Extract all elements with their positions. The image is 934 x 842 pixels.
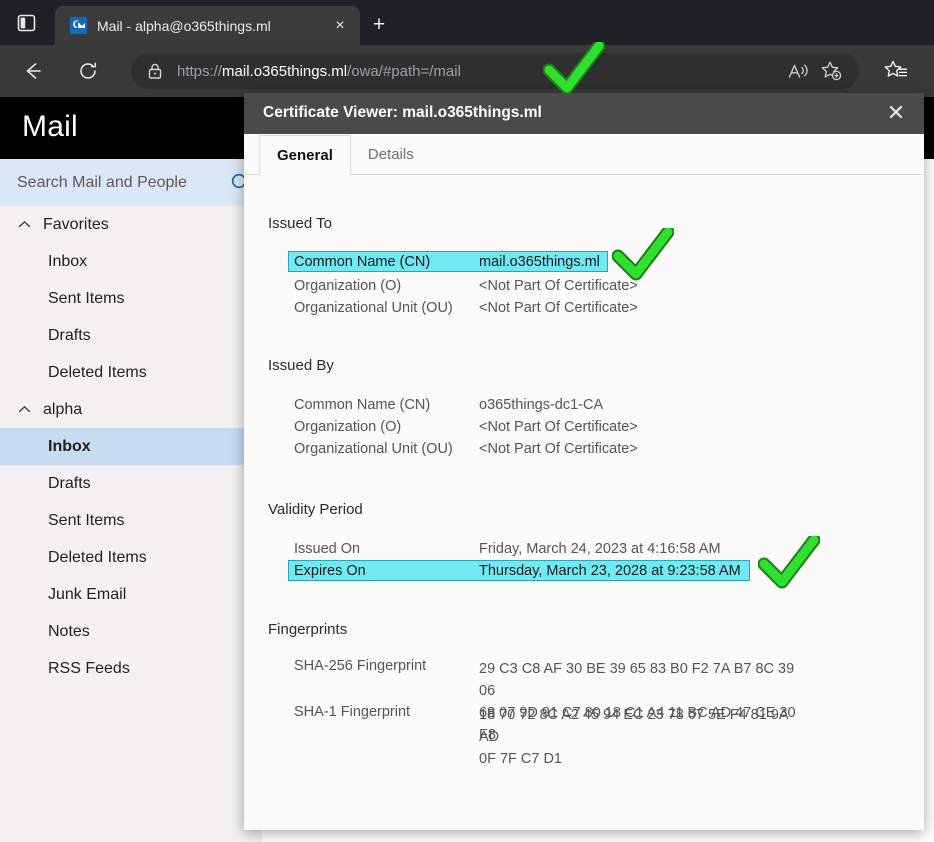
row-issued-to-ou: Organizational Unit (OU) <Not Part Of Ce… — [289, 297, 709, 318]
row-value: o365things-dc1-CA — [479, 396, 604, 413]
row-key: Common Name (CN) — [294, 396, 431, 413]
sidebar-item-favorites-sent[interactable]: Sent Items — [0, 280, 262, 317]
row-issued-to-o: Organization (O) <Not Part Of Certificat… — [289, 275, 709, 296]
url-path: /owa/#path=/mail — [347, 62, 461, 80]
row-issued-to-cn: Common Name (CN) mail.o365things.ml — [288, 251, 608, 272]
add-favorite-star-icon[interactable] — [817, 57, 847, 85]
sidebar-item-alpha-sent[interactable]: Sent Items — [0, 502, 262, 539]
address-bar[interactable]: https://mail.o365things.ml/owa/#path=/ma… — [131, 53, 859, 89]
row-value: 18 70 72 8C A2 45 94 EC 23 78 67 5E F4 8… — [479, 704, 809, 770]
row-key: Organization (O) — [294, 418, 402, 435]
folder-pane: Favorites Inbox Sent Items Drafts Delete… — [0, 206, 262, 842]
url-scheme: https:// — [177, 62, 223, 80]
dialog-tabs: General Details — [244, 134, 924, 175]
browser-toolbar: https://mail.o365things.ml/owa/#path=/ma… — [0, 45, 934, 97]
folder-label: Drafts — [48, 326, 91, 344]
folder-label: Inbox — [48, 437, 91, 455]
collections-star-icon[interactable] — [881, 57, 911, 85]
section-title-issued-by: Issued By — [268, 357, 334, 374]
row-key: Issued On — [294, 540, 361, 557]
row-key: Common Name (CN) — [294, 253, 431, 270]
row-value: Friday, March 24, 2023 at 4:16:58 AM — [479, 540, 721, 557]
sidebar-item-favorites-drafts[interactable]: Drafts — [0, 317, 262, 354]
fingerprint-line-2: 0F 7F C7 D1 — [479, 751, 562, 767]
chevron-up-icon[interactable] — [18, 403, 31, 416]
row-value: <Not Part Of Certificate> — [479, 418, 638, 435]
sidebar-item-alpha-drafts[interactable]: Drafts — [0, 465, 262, 502]
row-value: <Not Part Of Certificate> — [479, 440, 638, 457]
sidebar-item-alpha-notes[interactable]: Notes — [0, 613, 262, 650]
group-header-alpha[interactable]: alpha — [0, 391, 262, 428]
browser-window: O Mail - alpha@o365things.ml × + — [0, 0, 934, 842]
row-value: mail.o365things.ml — [479, 253, 600, 270]
chevron-up-icon[interactable] — [18, 218, 31, 231]
app-title: Mail — [22, 110, 78, 143]
tab-title: Mail - alpha@o365things.ml — [97, 17, 271, 34]
url-text[interactable]: https://mail.o365things.ml/owa/#path=/ma… — [177, 63, 779, 80]
folder-label: RSS Feeds — [48, 659, 130, 677]
lock-icon[interactable] — [145, 61, 165, 81]
row-issued-by-cn: Common Name (CN) o365things-dc1-CA — [289, 394, 709, 415]
sidebar-item-alpha-junk[interactable]: Junk Email — [0, 576, 262, 613]
sidebar-item-favorites-inbox[interactable]: Inbox — [0, 243, 262, 280]
group-label: alpha — [43, 400, 83, 418]
fingerprint-line-1: 29 C3 C8 AF 30 BE 39 65 83 B0 F2 7A B7 8… — [479, 661, 795, 699]
row-expires-on: Expires On Thursday, March 23, 2028 at 9… — [288, 560, 750, 581]
folder-label: Deleted Items — [48, 548, 147, 566]
sidebar-item-alpha-rss[interactable]: RSS Feeds — [0, 650, 262, 687]
dialog-header: Certificate Viewer: mail.o365things.ml ✕ — [244, 93, 924, 134]
omnibox-actions — [779, 57, 847, 85]
fingerprint-line-1: 18 70 72 8C A2 45 94 EC 23 78 67 5E F4 8… — [479, 707, 788, 745]
row-key: Expires On — [294, 562, 366, 579]
row-key: Organizational Unit (OU) — [294, 440, 453, 457]
favicon-envelope — [77, 21, 86, 29]
url-domain: mail.o365things.ml — [222, 62, 348, 80]
tab-label: General — [277, 146, 333, 164]
browser-tab[interactable]: O Mail - alpha@o365things.ml × — [55, 6, 360, 45]
dialog-body: Issued To Common Name (CN) mail.o365thin… — [244, 175, 924, 830]
back-arrow-icon[interactable] — [19, 57, 47, 85]
outlook-favicon: O — [70, 17, 87, 34]
row-issued-on: Issued On Friday, March 24, 2023 at 4:16… — [289, 538, 749, 559]
folder-label: Drafts — [48, 474, 91, 492]
folder-label: Sent Items — [48, 511, 125, 529]
search-placeholder: Search Mail and People — [17, 173, 187, 191]
search-input[interactable]: Search Mail and People — [0, 159, 262, 206]
tab-strip: O Mail - alpha@o365things.ml × + — [0, 0, 934, 45]
dialog-title: Certificate Viewer: mail.o365things.ml — [263, 104, 542, 121]
folder-label: Junk Email — [48, 585, 127, 603]
row-issued-by-o: Organization (O) <Not Part Of Certificat… — [289, 416, 709, 437]
row-value: <Not Part Of Certificate> — [479, 277, 638, 294]
read-aloud-icon[interactable] — [783, 57, 813, 85]
row-issued-by-ou: Organizational Unit (OU) <Not Part Of Ce… — [289, 438, 709, 459]
folder-label: Sent Items — [48, 289, 125, 307]
reload-icon[interactable] — [74, 57, 102, 85]
row-value: Thursday, March 23, 2028 at 9:23:58 AM — [479, 562, 741, 579]
close-tab-icon[interactable]: × — [328, 14, 352, 38]
tab-general[interactable]: General — [259, 135, 351, 175]
row-value: <Not Part Of Certificate> — [479, 299, 638, 316]
screenshot-root: O Mail - alpha@o365things.ml × + — [0, 0, 934, 842]
folder-label: Deleted Items — [48, 363, 147, 381]
tab-label: Details — [367, 145, 414, 163]
folder-label: Inbox — [48, 252, 88, 270]
folder-label: Notes — [48, 622, 90, 640]
sidebar-item-alpha-deleted[interactable]: Deleted Items — [0, 539, 262, 576]
tab-details[interactable]: Details — [351, 134, 431, 174]
group-label: Favorites — [43, 215, 109, 233]
certificate-viewer-dialog: Certificate Viewer: mail.o365things.ml ✕… — [244, 93, 924, 830]
row-sha1-fingerprint: SHA-1 Fingerprint 18 70 72 8C A2 45 94 E… — [289, 704, 809, 770]
section-title-validity: Validity Period — [268, 501, 363, 518]
row-key: SHA-1 Fingerprint — [294, 704, 411, 720]
close-icon[interactable]: ✕ — [876, 95, 916, 131]
group-header-favorites[interactable]: Favorites — [0, 206, 262, 243]
new-tab-button[interactable]: + — [365, 11, 393, 37]
sidebar-item-favorites-deleted[interactable]: Deleted Items — [0, 354, 262, 391]
section-title-fingerprints: Fingerprints — [268, 621, 348, 638]
row-key: Organizational Unit (OU) — [294, 299, 453, 316]
tab-actions-menu-icon[interactable] — [12, 10, 40, 36]
sidebar-item-alpha-inbox[interactable]: Inbox — [0, 428, 262, 465]
row-key: Organization (O) — [294, 277, 402, 294]
section-title-issued-to: Issued To — [268, 215, 332, 232]
